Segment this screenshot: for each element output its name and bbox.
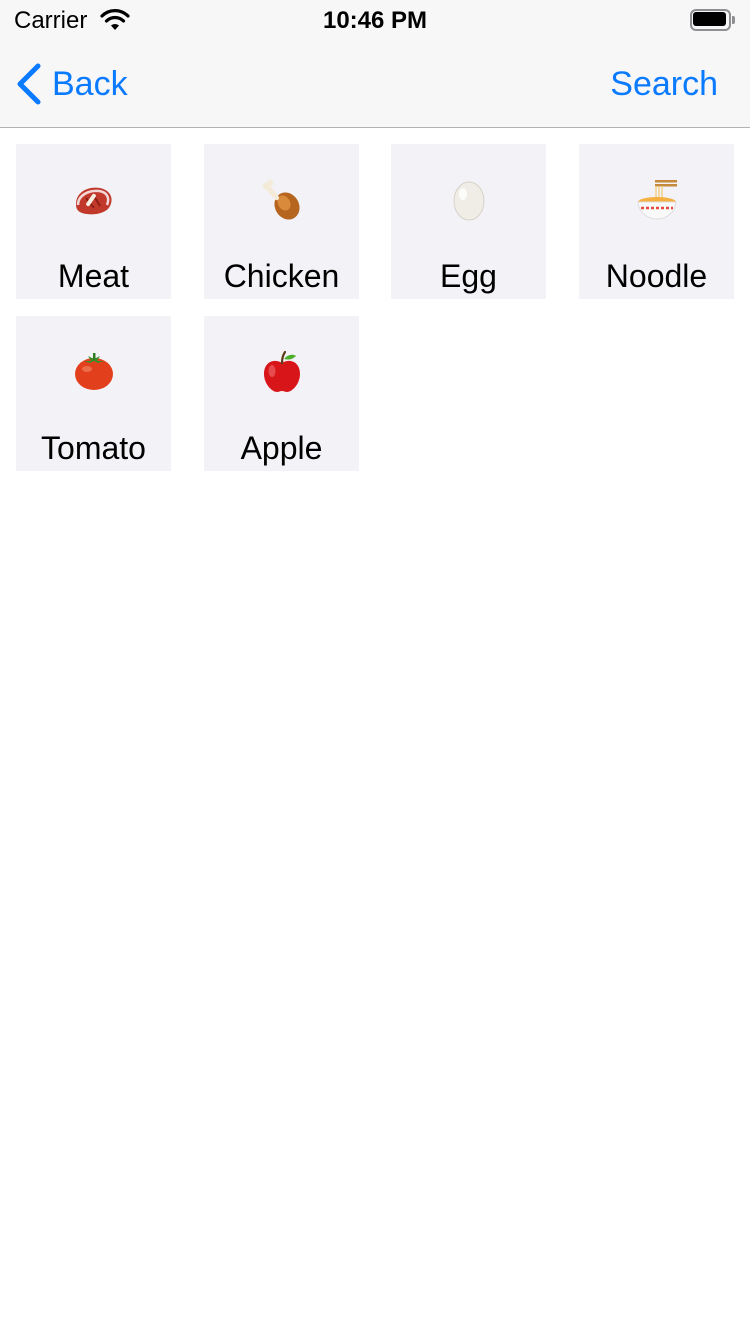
egg-icon — [391, 178, 546, 222]
food-tile-label: Meat — [57, 258, 130, 294]
food-tile-label: Egg — [440, 258, 497, 294]
chicken-leg-icon — [204, 178, 359, 222]
status-bar: Carrier 10:46 PM — [0, 0, 750, 40]
clock: 10:46 PM — [322, 7, 428, 34]
food-tile-egg[interactable]: Egg — [391, 144, 546, 299]
apple-icon — [204, 350, 359, 394]
food-tile-label: Noodle — [605, 258, 708, 294]
tomato-icon — [16, 350, 171, 394]
food-tile-label: Apple — [240, 430, 323, 466]
food-tile-noodle[interactable]: Noodle — [579, 144, 734, 299]
battery-icon — [690, 9, 736, 31]
back-button[interactable]: Back — [14, 60, 128, 108]
food-tile-label: Tomato — [41, 430, 146, 466]
meat-icon — [16, 178, 171, 222]
search-button[interactable]: Search — [610, 60, 718, 108]
food-tile-meat[interactable]: Meat — [16, 144, 171, 299]
noodle-bowl-icon — [579, 178, 734, 222]
back-button-label: Back — [52, 64, 128, 103]
food-tile-tomato[interactable]: Tomato — [16, 316, 171, 471]
food-tile-apple[interactable]: Apple — [204, 316, 359, 471]
food-tile-label: Chicken — [223, 258, 340, 294]
food-tile-chicken[interactable]: Chicken — [204, 144, 359, 299]
navigation-bar: Back Search — [0, 40, 750, 128]
chevron-left-icon — [17, 63, 41, 105]
